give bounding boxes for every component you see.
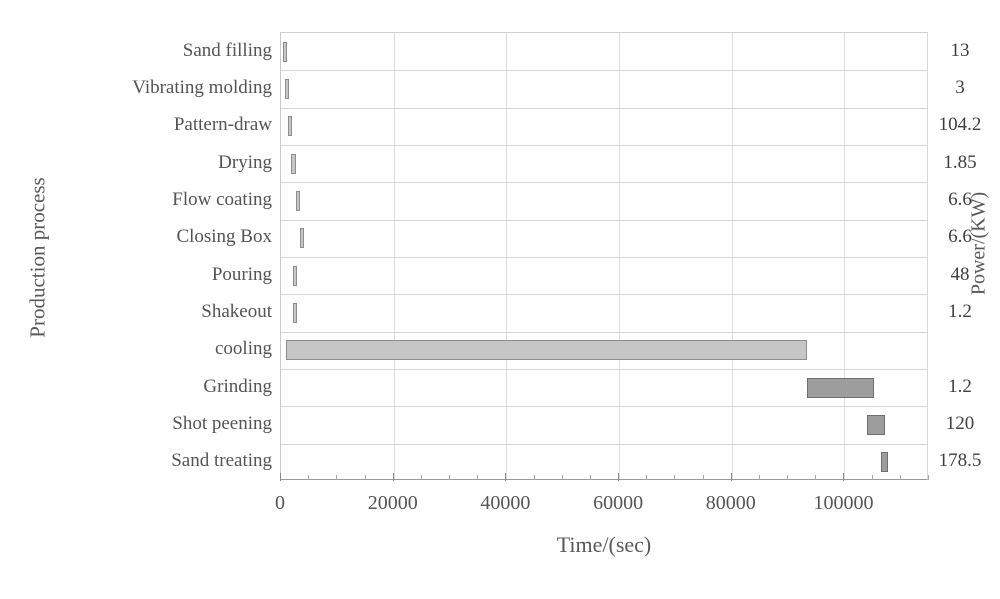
horizontal-gridline (281, 70, 927, 72)
horizontal-gridline (281, 406, 927, 408)
gantt-bar (300, 228, 305, 249)
x-axis-minor-tick (533, 475, 535, 480)
x-axis-major-tick (280, 473, 281, 481)
gantt-bar (881, 452, 889, 473)
x-axis-minor-tick (899, 475, 901, 480)
x-axis-minor-tick (308, 475, 310, 480)
x-axis-major-tick (392, 473, 394, 481)
horizontal-gridline (281, 145, 927, 146)
power-value-label: 1.2 (948, 375, 972, 397)
category-label: Vibrating molding (132, 77, 272, 98)
x-axis-major-tick (618, 473, 620, 481)
vertical-gridline (393, 33, 395, 479)
x-axis-minor-tick (336, 475, 338, 480)
category-label: Sand treating (171, 450, 272, 472)
x-axis-minor-tick (589, 475, 591, 480)
x-axis-minor-tick (674, 475, 676, 480)
horizontal-gridline (281, 443, 927, 445)
category-label: Sand filling (182, 39, 272, 61)
x-axis-minor-tick (928, 475, 929, 480)
x-axis-major-tick (505, 473, 507, 481)
x-axis-ticks: 0 20000 40000 60000 80000 100000 (275, 473, 929, 540)
x-axis-major-tick (730, 473, 732, 481)
x-axis-minor-tick (561, 475, 563, 480)
x-axis-minor-tick (364, 475, 366, 480)
x-axis-minor-tick (449, 475, 451, 480)
horizontal-gridline (281, 257, 927, 258)
x-axis-minor-tick (702, 475, 704, 480)
x-axis-minor-tick (477, 475, 479, 480)
x-axis-minor-tick (646, 475, 648, 480)
horizontal-gridline (281, 219, 927, 221)
x-axis-minor-tick (815, 475, 817, 480)
horizontal-gridline (281, 331, 927, 333)
plot-area (280, 32, 928, 480)
x-axis-minor-tick (871, 475, 873, 480)
gantt-bar (291, 153, 297, 174)
category-label: Pouring (211, 263, 272, 285)
category-label: Shakeout (201, 301, 272, 322)
category-label: cooling (215, 338, 272, 360)
power-value-label: 104.2 (938, 114, 982, 136)
gantt-bar (286, 340, 808, 361)
gantt-bar (285, 79, 290, 99)
gantt-bar (292, 265, 297, 286)
vertical-gridline (506, 33, 508, 479)
category-label: Closing Box (176, 226, 272, 248)
gantt-bar (296, 191, 301, 211)
horizontal-gridline (281, 294, 927, 296)
category-label: Flow coating (172, 189, 272, 210)
power-value-label: 3 (955, 77, 965, 98)
horizontal-gridline (281, 107, 927, 109)
gantt-bar (867, 415, 886, 435)
gantt-bar (282, 41, 287, 62)
category-label: Grinding (203, 375, 272, 397)
x-axis-major-tick (843, 473, 845, 481)
right-axis-title: Power/(KW) (967, 191, 990, 296)
power-value-label: 120 (945, 413, 975, 434)
power-value-label: 178.5 (938, 450, 982, 472)
x-axis-minor-tick (787, 475, 789, 480)
horizontal-gridline (281, 369, 927, 370)
x-axis-title: Time/(sec) (556, 532, 652, 557)
horizontal-gridline (281, 182, 927, 184)
category-label: Shot peening (172, 413, 272, 434)
gantt-bar (806, 377, 875, 398)
x-axis-minor-tick (758, 475, 760, 480)
vertical-gridline (619, 33, 621, 479)
x-axis-minor-tick (420, 475, 422, 480)
category-label: Drying (218, 151, 272, 173)
x-axis-tick-label: 100000 (813, 492, 874, 514)
vertical-gridline (844, 33, 846, 479)
gantt-chart-figure: Production process Sand filling Vibrating… (0, 0, 1000, 599)
gantt-bar (287, 116, 292, 137)
category-label: Pattern-draw (173, 114, 272, 136)
gantt-bar (292, 303, 297, 323)
power-value-label: 13 (950, 39, 970, 61)
vertical-gridline (731, 33, 733, 479)
